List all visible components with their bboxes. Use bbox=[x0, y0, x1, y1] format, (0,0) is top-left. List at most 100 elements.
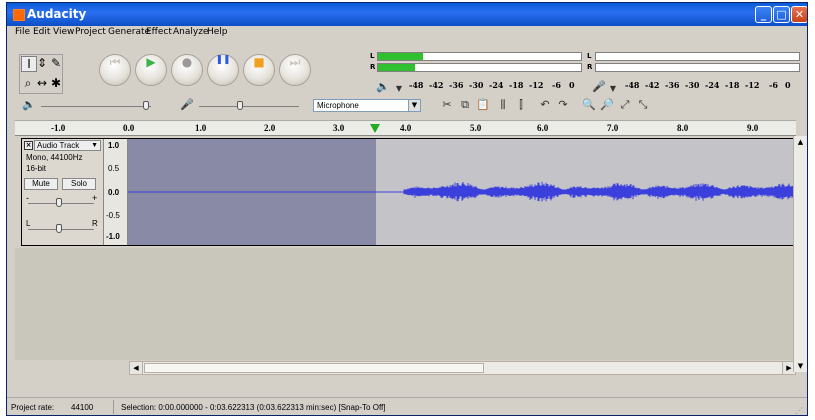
skip-end-icon: ⏭ bbox=[289, 55, 301, 69]
play-meter-speaker-icon[interactable]: 🔈 bbox=[375, 80, 391, 94]
record-scale-label: -24 bbox=[705, 80, 720, 90]
menu-help[interactable]: Help bbox=[207, 27, 228, 37]
timeshift-tool-icon[interactable]: ↔ bbox=[35, 76, 49, 90]
zoom-out-icon[interactable]: 🔎 bbox=[599, 98, 615, 112]
play-scale-label: -12 bbox=[529, 80, 544, 90]
record-meter-left[interactable] bbox=[595, 52, 800, 61]
input-source-select[interactable]: Microphone ▼ bbox=[313, 99, 421, 112]
project-rate-value[interactable]: 44100 bbox=[71, 403, 93, 412]
solo-button[interactable]: Solo bbox=[62, 178, 96, 190]
menu-analyze[interactable]: Analyze bbox=[173, 27, 208, 37]
record-scale-label: -48 bbox=[625, 80, 640, 90]
redo-icon[interactable]: ↷ bbox=[555, 98, 571, 112]
title-bar: Audacity _ □ ✕ bbox=[7, 3, 807, 26]
pan-slider[interactable] bbox=[56, 224, 62, 233]
ruler-tick: 7.0 bbox=[607, 123, 619, 133]
draw-tool-icon[interactable]: ✎ bbox=[49, 56, 63, 70]
ruler-tick: 8.0 bbox=[677, 123, 689, 133]
fit-project-icon[interactable]: ⤡ bbox=[635, 98, 651, 112]
ruler-tick: 4.0 bbox=[400, 123, 412, 133]
record-button[interactable]: ● bbox=[171, 54, 203, 86]
minimize-button[interactable]: _ bbox=[755, 6, 772, 23]
play-scale-label: -24 bbox=[489, 80, 504, 90]
gain-plus-label: + bbox=[92, 193, 98, 203]
output-volume-slider-track bbox=[41, 106, 151, 107]
status-bar: Project rate: 44100 Selection: 0:00.0000… bbox=[7, 397, 807, 415]
pan-left-label: L bbox=[26, 219, 31, 228]
scroll-left-icon[interactable]: ◀ bbox=[130, 362, 143, 374]
silence-icon[interactable]: ⫿ bbox=[513, 98, 529, 112]
play-meter-menu-icon[interactable]: ▼ bbox=[391, 82, 407, 96]
audacity-window: Audacity _ □ ✕ File Edit View Project Ge… bbox=[6, 2, 808, 416]
record-scale-label: -18 bbox=[725, 80, 740, 90]
input-volume-slider-track bbox=[199, 106, 299, 107]
skip-to-end-button[interactable]: ⏭ bbox=[279, 54, 311, 86]
waveform-area[interactable] bbox=[128, 139, 798, 245]
track-close-icon[interactable]: × bbox=[24, 141, 33, 150]
play-meter-right[interactable] bbox=[377, 63, 582, 72]
play-meter-left-label: L bbox=[370, 52, 375, 60]
ruler-tick: 0.0 bbox=[123, 123, 135, 133]
menu-file[interactable]: File bbox=[15, 27, 30, 37]
play-meter-left-level bbox=[378, 53, 423, 60]
record-meter-right[interactable] bbox=[595, 63, 800, 72]
mute-button[interactable]: Mute bbox=[24, 178, 58, 190]
empty-track-area[interactable] bbox=[15, 248, 796, 360]
paste-icon[interactable]: 📋 bbox=[475, 98, 491, 112]
vscale-label: -1.0 bbox=[106, 232, 120, 241]
stop-button[interactable]: ■ bbox=[243, 54, 275, 86]
copy-icon[interactable]: ⧉ bbox=[457, 98, 473, 112]
status-divider bbox=[113, 400, 114, 414]
zoom-tool-icon[interactable]: ⌕ bbox=[21, 76, 35, 90]
ruler-tick: 9.0 bbox=[747, 123, 759, 133]
play-scale-label: 0 bbox=[569, 80, 575, 90]
track-menu-chevron-down-icon: ▼ bbox=[91, 142, 98, 149]
play-scale-label: -30 bbox=[469, 80, 484, 90]
menu-generate[interactable]: Generate bbox=[108, 27, 150, 37]
project-rate-label: Project rate: bbox=[11, 403, 55, 412]
ruler-tick: 1.0 bbox=[195, 123, 207, 133]
pause-button[interactable]: ❚❚ bbox=[207, 54, 239, 86]
skip-to-start-button[interactable]: ⏮ bbox=[99, 54, 131, 86]
resize-grip-icon[interactable]: ⋰ bbox=[795, 406, 805, 415]
vscale-label: -0.5 bbox=[106, 211, 120, 220]
track-info-bitdepth: 16-bit bbox=[26, 164, 47, 173]
close-button[interactable]: ✕ bbox=[791, 6, 807, 23]
track-name-menu[interactable]: Audio Track ▼ bbox=[34, 140, 101, 151]
menu-edit[interactable]: Edit bbox=[33, 27, 50, 37]
input-volume-mic-icon: 🎤 bbox=[180, 98, 194, 111]
scroll-down-icon[interactable]: ▼ bbox=[794, 360, 807, 372]
horizontal-scrollbar[interactable]: ◀ ▶ bbox=[129, 361, 796, 375]
cut-icon[interactable]: ✂ bbox=[439, 98, 455, 112]
scroll-up-icon[interactable]: ▲ bbox=[794, 136, 807, 148]
multi-tool-icon[interactable]: ✱ bbox=[49, 76, 63, 90]
undo-icon[interactable]: ↶ bbox=[537, 98, 553, 112]
track-vertical-ruler: 1.0 0.5 0.0 -0.5 -1.0 bbox=[104, 139, 128, 245]
horizontal-scroll-thumb[interactable] bbox=[144, 363, 484, 373]
record-scale-label: 0 bbox=[785, 80, 791, 90]
track-info-format: Mono, 44100Hz bbox=[26, 153, 83, 162]
output-volume-slider[interactable] bbox=[143, 101, 149, 110]
play-meter-left[interactable] bbox=[377, 52, 582, 61]
envelope-tool-icon[interactable]: ⇕ bbox=[35, 56, 49, 70]
zoom-in-icon[interactable]: 🔍 bbox=[581, 98, 597, 112]
vertical-scrollbar[interactable]: ▲ ▼ bbox=[793, 136, 807, 372]
timeline-ruler[interactable]: -1.0 0.0 1.0 2.0 3.0 4.0 5.0 6.0 7.0 8.0… bbox=[15, 120, 796, 136]
maximize-button[interactable]: □ bbox=[773, 6, 790, 23]
playhead-marker-icon[interactable] bbox=[370, 124, 380, 133]
menu-view[interactable]: View bbox=[53, 27, 74, 37]
play-scale-label: -36 bbox=[449, 80, 464, 90]
audio-track: × Audio Track ▼ Mono, 44100Hz 16-bit Mut… bbox=[21, 138, 799, 246]
input-volume-slider[interactable] bbox=[237, 101, 243, 110]
record-meter-left-label: L bbox=[587, 52, 592, 60]
menu-effect[interactable]: Effect bbox=[146, 27, 172, 37]
ruler-tick: -1.0 bbox=[51, 123, 66, 133]
gain-slider[interactable] bbox=[56, 198, 62, 207]
ruler-tick: 6.0 bbox=[537, 123, 549, 133]
menu-project[interactable]: Project bbox=[75, 27, 106, 37]
record-meter-menu-icon[interactable]: ▼ bbox=[605, 82, 621, 96]
track-name: Audio Track bbox=[37, 141, 80, 150]
trim-icon[interactable]: ⫼ bbox=[495, 98, 511, 112]
play-button[interactable]: ▶ bbox=[135, 54, 167, 86]
fit-selection-icon[interactable]: ⤢ bbox=[617, 98, 633, 112]
